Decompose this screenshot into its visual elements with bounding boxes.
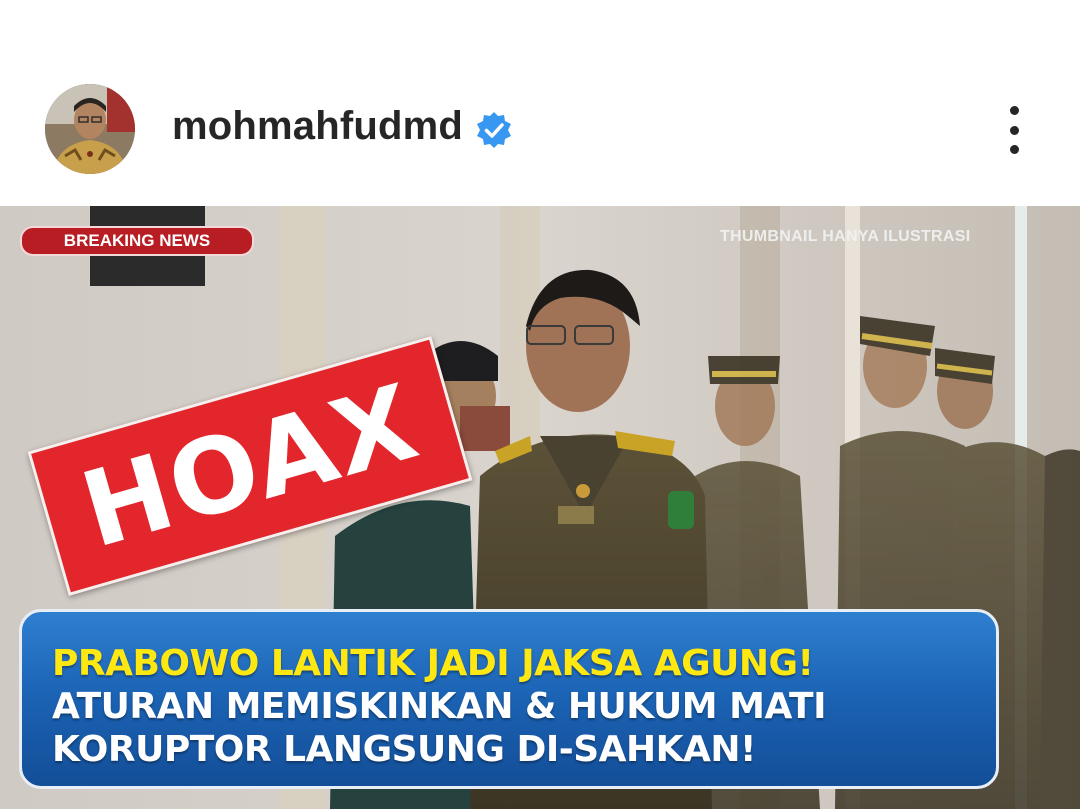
dot-icon <box>1009 125 1019 135</box>
thumbnail-disclaimer: THUMBNAIL HANYA ILUSTRASI <box>720 228 971 245</box>
post-header: mohmahfudmd <box>0 0 1080 206</box>
dot-icon <box>1009 106 1019 115</box>
headline-line-2: ATURAN MEMISKINKAN & HUKUM MATI <box>52 686 827 727</box>
headline-banner: PRABOWO LANTIK JADI JAKSA AGUNG! ATURAN … <box>19 609 999 789</box>
profile-avatar[interactable] <box>45 84 135 174</box>
post-image[interactable]: BREAKING NEWS THUMBNAIL HANYA ILUSTRASI … <box>0 206 1080 809</box>
username[interactable]: mohmahfudmd <box>172 104 463 149</box>
more-options-button[interactable] <box>996 100 1032 160</box>
dot-icon <box>1009 145 1019 154</box>
headline-line-3: KORUPTOR LANGSUNG DI-SAHKAN! <box>52 729 756 770</box>
headline-line-1: PRABOWO LANTIK JADI JAKSA AGUNG! <box>52 643 814 684</box>
breaking-news-badge: BREAKING NEWS <box>20 226 254 256</box>
verified-badge-icon <box>474 110 514 150</box>
